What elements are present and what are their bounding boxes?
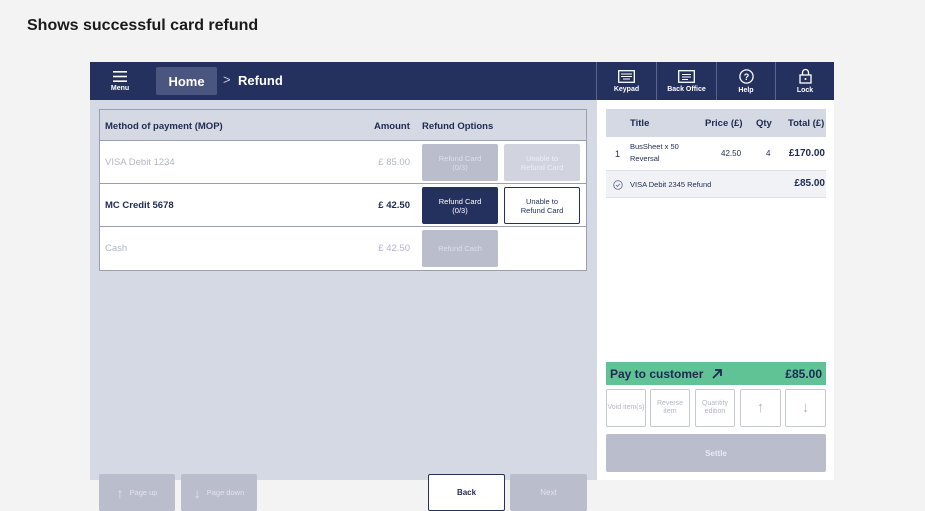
check-circle-icon <box>613 180 623 190</box>
home-button[interactable]: Home <box>156 67 217 95</box>
header-options: Refund Options <box>422 121 494 132</box>
menu-button[interactable]: Menu <box>90 62 150 100</box>
mop-name: VISA Debit 1234 <box>105 157 175 168</box>
back-button[interactable]: Back <box>428 474 505 511</box>
refund-cash-button[interactable]: Refund Cash <box>422 230 498 267</box>
arrow-up-icon: ↑ <box>116 484 124 501</box>
mop-name: Cash <box>105 243 128 254</box>
mop-table-header: Method of payment (MOP) Amount Refund Op… <box>100 110 586 141</box>
move-up-button[interactable]: ↑ <box>740 389 781 427</box>
back-office-button[interactable]: Back Office <box>656 62 716 100</box>
header-price: Price (£) <box>705 118 743 129</box>
reverse-item-button[interactable]: Reverse item <box>650 389 690 427</box>
help-label: Help <box>738 86 754 94</box>
header-total: Total (£) <box>788 118 825 129</box>
page-caption: Shows successful card refund <box>27 17 259 34</box>
refund-card-button[interactable]: Refund Card (0/3) <box>422 144 498 181</box>
next-button[interactable]: Next <box>510 474 587 511</box>
top-bar: Menu Home > Refund Keypad Back Office ? … <box>90 62 834 100</box>
arrow-down-icon: ↓ <box>193 484 201 501</box>
mop-amount: £ 85.00 <box>378 157 410 168</box>
keypad-label: Keypad <box>613 85 640 93</box>
header-method: Method of payment (MOP) <box>105 121 223 132</box>
unable-to-refund-button[interactable]: Unable to Refund Card <box>504 144 580 181</box>
move-down-button[interactable]: ↓ <box>785 389 826 427</box>
void-items-button[interactable]: Void item(s) <box>606 389 646 427</box>
refund-card-button[interactable]: Refund Card (0/3) <box>422 187 498 224</box>
mop-row: MC Credit 5678 £ 42.50 Refund Card (0/3)… <box>100 184 586 227</box>
refund-amount: £85.00 <box>794 178 825 189</box>
mop-amount: £ 42.50 <box>378 243 410 254</box>
basket-item-row[interactable]: 1 BusSheet x 50 Reversal 42.50 4 £170.00 <box>606 137 826 171</box>
mop-row: VISA Debit 1234 £ 85.00 Refund Card (0/3… <box>100 141 586 184</box>
mop-table: Method of payment (MOP) Amount Refund Op… <box>99 109 587 271</box>
menu-label: Menu <box>110 84 130 92</box>
quantity-edition-button[interactable]: Quantity edition <box>695 389 735 427</box>
keypad-icon <box>618 69 635 83</box>
basket-header: Title Price (£) Qty Total (£) <box>606 109 826 137</box>
mop-amount: £ 42.50 <box>378 200 410 211</box>
svg-text:?: ? <box>743 72 749 82</box>
lock-label: Lock <box>796 87 814 94</box>
pay-to-customer-bar: Pay to customer £85.00 <box>606 362 826 385</box>
keypad-button[interactable]: Keypad <box>596 62 656 100</box>
pos-app: Menu Home > Refund Keypad Back Office ? … <box>90 62 834 511</box>
page-down-label: Page down <box>206 488 245 497</box>
settle-button[interactable]: Settle <box>606 434 826 472</box>
lock-icon <box>798 68 812 84</box>
basket-panel: Title Price (£) Qty Total (£) 1 BusSheet… <box>597 100 834 480</box>
breadcrumb-current: Refund <box>238 73 283 88</box>
page-up-button[interactable]: ↑ Page up <box>99 474 175 511</box>
refund-panel: Method of payment (MOP) Amount Refund Op… <box>90 100 596 511</box>
item-index: 1 <box>615 149 621 159</box>
pay-to-customer-amount: £85.00 <box>785 367 822 381</box>
header-title: Title <box>630 118 650 129</box>
arrow-up-right-icon <box>712 368 723 379</box>
item-title: BusSheet x 50 Reversal <box>630 142 679 163</box>
back-office-icon <box>678 69 695 83</box>
mop-name: MC Credit 5678 <box>105 200 174 211</box>
lock-button[interactable]: Lock <box>775 62 834 100</box>
header-amount: Amount <box>374 121 410 132</box>
help-icon: ? <box>738 68 754 84</box>
refund-label: VISA Debit 2345 Refund <box>630 180 712 189</box>
unable-to-refund-button[interactable]: Unable to Refund Card <box>504 187 580 224</box>
hamburger-icon <box>113 70 127 82</box>
back-office-label: Back Office <box>667 85 706 93</box>
header-qty: Qty <box>756 118 772 129</box>
item-total: £170.00 <box>788 148 825 159</box>
breadcrumb-separator: > <box>223 72 231 87</box>
page-down-button[interactable]: ↓ Page down <box>181 474 257 511</box>
item-price: 42.50 <box>721 149 742 158</box>
item-qty: 4 <box>766 149 771 158</box>
refund-line-row: VISA Debit 2345 Refund £85.00 <box>606 171 826 198</box>
help-button[interactable]: ? Help <box>716 62 775 100</box>
mop-row: Cash £ 42.50 Refund Cash <box>100 227 586 270</box>
pay-to-customer-label: Pay to customer <box>610 366 704 381</box>
page-up-label: Page up <box>129 488 158 497</box>
